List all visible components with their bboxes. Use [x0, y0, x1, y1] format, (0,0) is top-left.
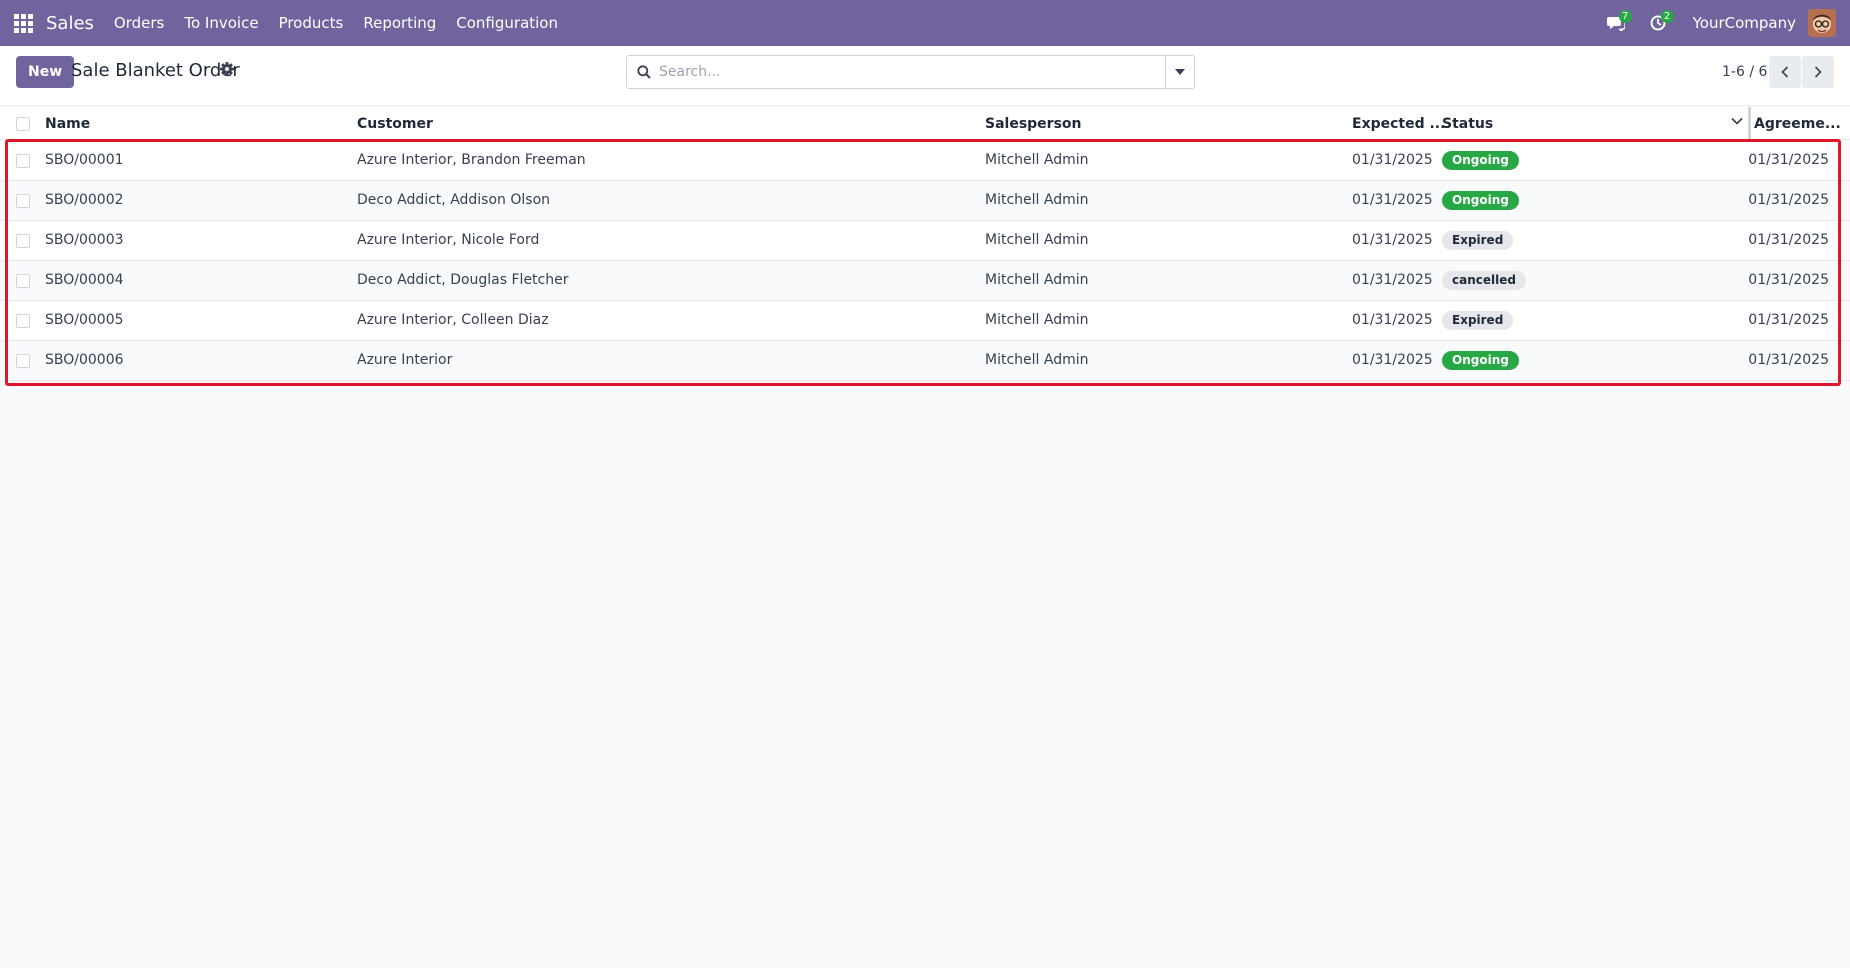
- cell-customer: Azure Interior, Colleen Diaz: [357, 312, 549, 328]
- cell-name: SBO/00004: [45, 272, 124, 288]
- cell-agreement-date: 01/31/2025: [1748, 352, 1829, 368]
- cell-expected-date: 01/31/2025: [1352, 352, 1433, 368]
- messages-count-badge: 7: [1618, 10, 1632, 23]
- cell-expected-date: 01/31/2025: [1352, 192, 1433, 208]
- cell-agreement-date: 01/31/2025: [1748, 192, 1829, 208]
- cell-name: SBO/00001: [45, 152, 124, 168]
- cell-customer: Azure Interior, Nicole Ford: [357, 232, 540, 248]
- status-badge: Expired: [1442, 231, 1514, 250]
- cell-customer: Azure Interior: [357, 352, 453, 368]
- row-checkbox[interactable]: [16, 314, 30, 328]
- column-header-salesperson[interactable]: Salesperson: [985, 116, 1082, 132]
- cell-expected-date: 01/31/2025: [1352, 152, 1433, 168]
- row-checkbox[interactable]: [16, 234, 30, 248]
- table-row[interactable]: SBO/00005 Azure Interior, Colleen Diaz Mit…: [0, 301, 1850, 341]
- table-row[interactable]: SBO/00003 Azure Interior, Nicole Ford Mitc…: [0, 221, 1850, 261]
- gear-icon[interactable]: [220, 62, 234, 76]
- company-switcher[interactable]: YourCompany: [1693, 14, 1796, 32]
- table-row[interactable]: SBO/00004 Deco Addict, Douglas Fletcher Mi…: [0, 261, 1850, 301]
- caret-down-icon: [1175, 69, 1185, 75]
- column-header-name[interactable]: Name: [45, 116, 90, 132]
- cell-salesperson: Mitchell Admin: [985, 152, 1089, 168]
- row-checkbox[interactable]: [16, 274, 30, 288]
- cell-agreement-date: 01/31/2025: [1748, 272, 1829, 288]
- cell-agreement-date: 01/31/2025: [1748, 312, 1829, 328]
- column-header-agreement[interactable]: Agreeme...: [1754, 116, 1841, 132]
- status-badge: Expired: [1442, 311, 1514, 330]
- column-header-status[interactable]: Status: [1442, 116, 1493, 132]
- select-all-checkbox[interactable]: [16, 117, 30, 131]
- app-name[interactable]: Sales: [46, 13, 94, 34]
- messages-button[interactable]: 7: [1595, 0, 1637, 46]
- menu-products[interactable]: Products: [279, 14, 344, 32]
- status-badge: cancelled: [1442, 271, 1526, 290]
- new-button[interactable]: New: [16, 56, 75, 88]
- table-row[interactable]: SBO/00002 Deco Addict, Addison Olson Mitch…: [0, 181, 1850, 221]
- app-menu-grid-icon[interactable]: [0, 0, 46, 46]
- status-badge: Ongoing: [1442, 351, 1519, 370]
- menu-reporting[interactable]: Reporting: [363, 14, 436, 32]
- page-title: Sale Blanket Order: [71, 60, 240, 81]
- status-badge: Ongoing: [1442, 151, 1519, 170]
- cell-salesperson: Mitchell Admin: [985, 352, 1089, 368]
- cell-salesperson: Mitchell Admin: [985, 232, 1089, 248]
- row-checkbox[interactable]: [16, 194, 30, 208]
- optional-columns-toggle-icon[interactable]: [1731, 117, 1743, 125]
- avatar-face-icon: [1808, 9, 1836, 37]
- cell-customer: Deco Addict, Douglas Fletcher: [357, 272, 569, 288]
- row-checkbox[interactable]: [16, 154, 30, 168]
- column-resize-handle[interactable]: [1748, 107, 1751, 140]
- cell-salesperson: Mitchell Admin: [985, 312, 1089, 328]
- table-row[interactable]: SBO/00001 Azure Interior, Brandon Freeman…: [0, 141, 1850, 181]
- cell-customer: Deco Addict, Addison Olson: [357, 192, 551, 208]
- activities-count-badge: 2: [1660, 10, 1674, 23]
- cell-name: SBO/00005: [45, 312, 124, 328]
- activities-button[interactable]: 2: [1637, 0, 1679, 46]
- menu-configuration[interactable]: Configuration: [456, 14, 558, 32]
- user-avatar[interactable]: [1808, 9, 1836, 37]
- chevron-left-icon: [1781, 66, 1789, 78]
- cell-agreement-date: 01/31/2025: [1748, 152, 1829, 168]
- column-header-customer[interactable]: Customer: [357, 116, 433, 132]
- menu-to-invoice[interactable]: To Invoice: [184, 14, 258, 32]
- search-bar: [626, 55, 1195, 89]
- pager-next-button[interactable]: [1802, 56, 1834, 88]
- row-checkbox[interactable]: [16, 354, 30, 368]
- cell-name: SBO/00006: [45, 352, 124, 368]
- cell-salesperson: Mitchell Admin: [985, 272, 1089, 288]
- cell-customer: Azure Interior, Brandon Freeman: [357, 152, 586, 168]
- cell-expected-date: 01/31/2025: [1352, 312, 1433, 328]
- search-icon: [637, 65, 651, 79]
- cell-salesperson: Mitchell Admin: [985, 192, 1089, 208]
- search-input[interactable]: [659, 64, 1139, 80]
- chevron-right-icon: [1814, 66, 1822, 78]
- cell-expected-date: 01/31/2025: [1352, 272, 1433, 288]
- cell-name: SBO/00003: [45, 232, 124, 248]
- pager-value[interactable]: 1-6 / 6: [1722, 64, 1767, 80]
- cell-name: SBO/00002: [45, 192, 124, 208]
- control-panel: New Sale Blanket Order 1-6 / 6: [0, 46, 1850, 106]
- list-header: Name Customer Salesperson Expected ... S…: [0, 107, 1850, 140]
- search-options-toggle[interactable]: [1165, 56, 1194, 88]
- column-header-expected[interactable]: Expected ...: [1352, 116, 1445, 132]
- top-navbar: Sales Orders To Invoice Products Reporti…: [0, 0, 1850, 46]
- table-row[interactable]: SBO/00006 Azure Interior Mitchell Admin 01/…: [0, 341, 1850, 381]
- cell-expected-date: 01/31/2025: [1352, 232, 1433, 248]
- menu-orders[interactable]: Orders: [114, 14, 164, 32]
- status-badge: Ongoing: [1442, 191, 1519, 210]
- pager-previous-button[interactable]: [1769, 56, 1801, 88]
- cell-agreement-date: 01/31/2025: [1748, 232, 1829, 248]
